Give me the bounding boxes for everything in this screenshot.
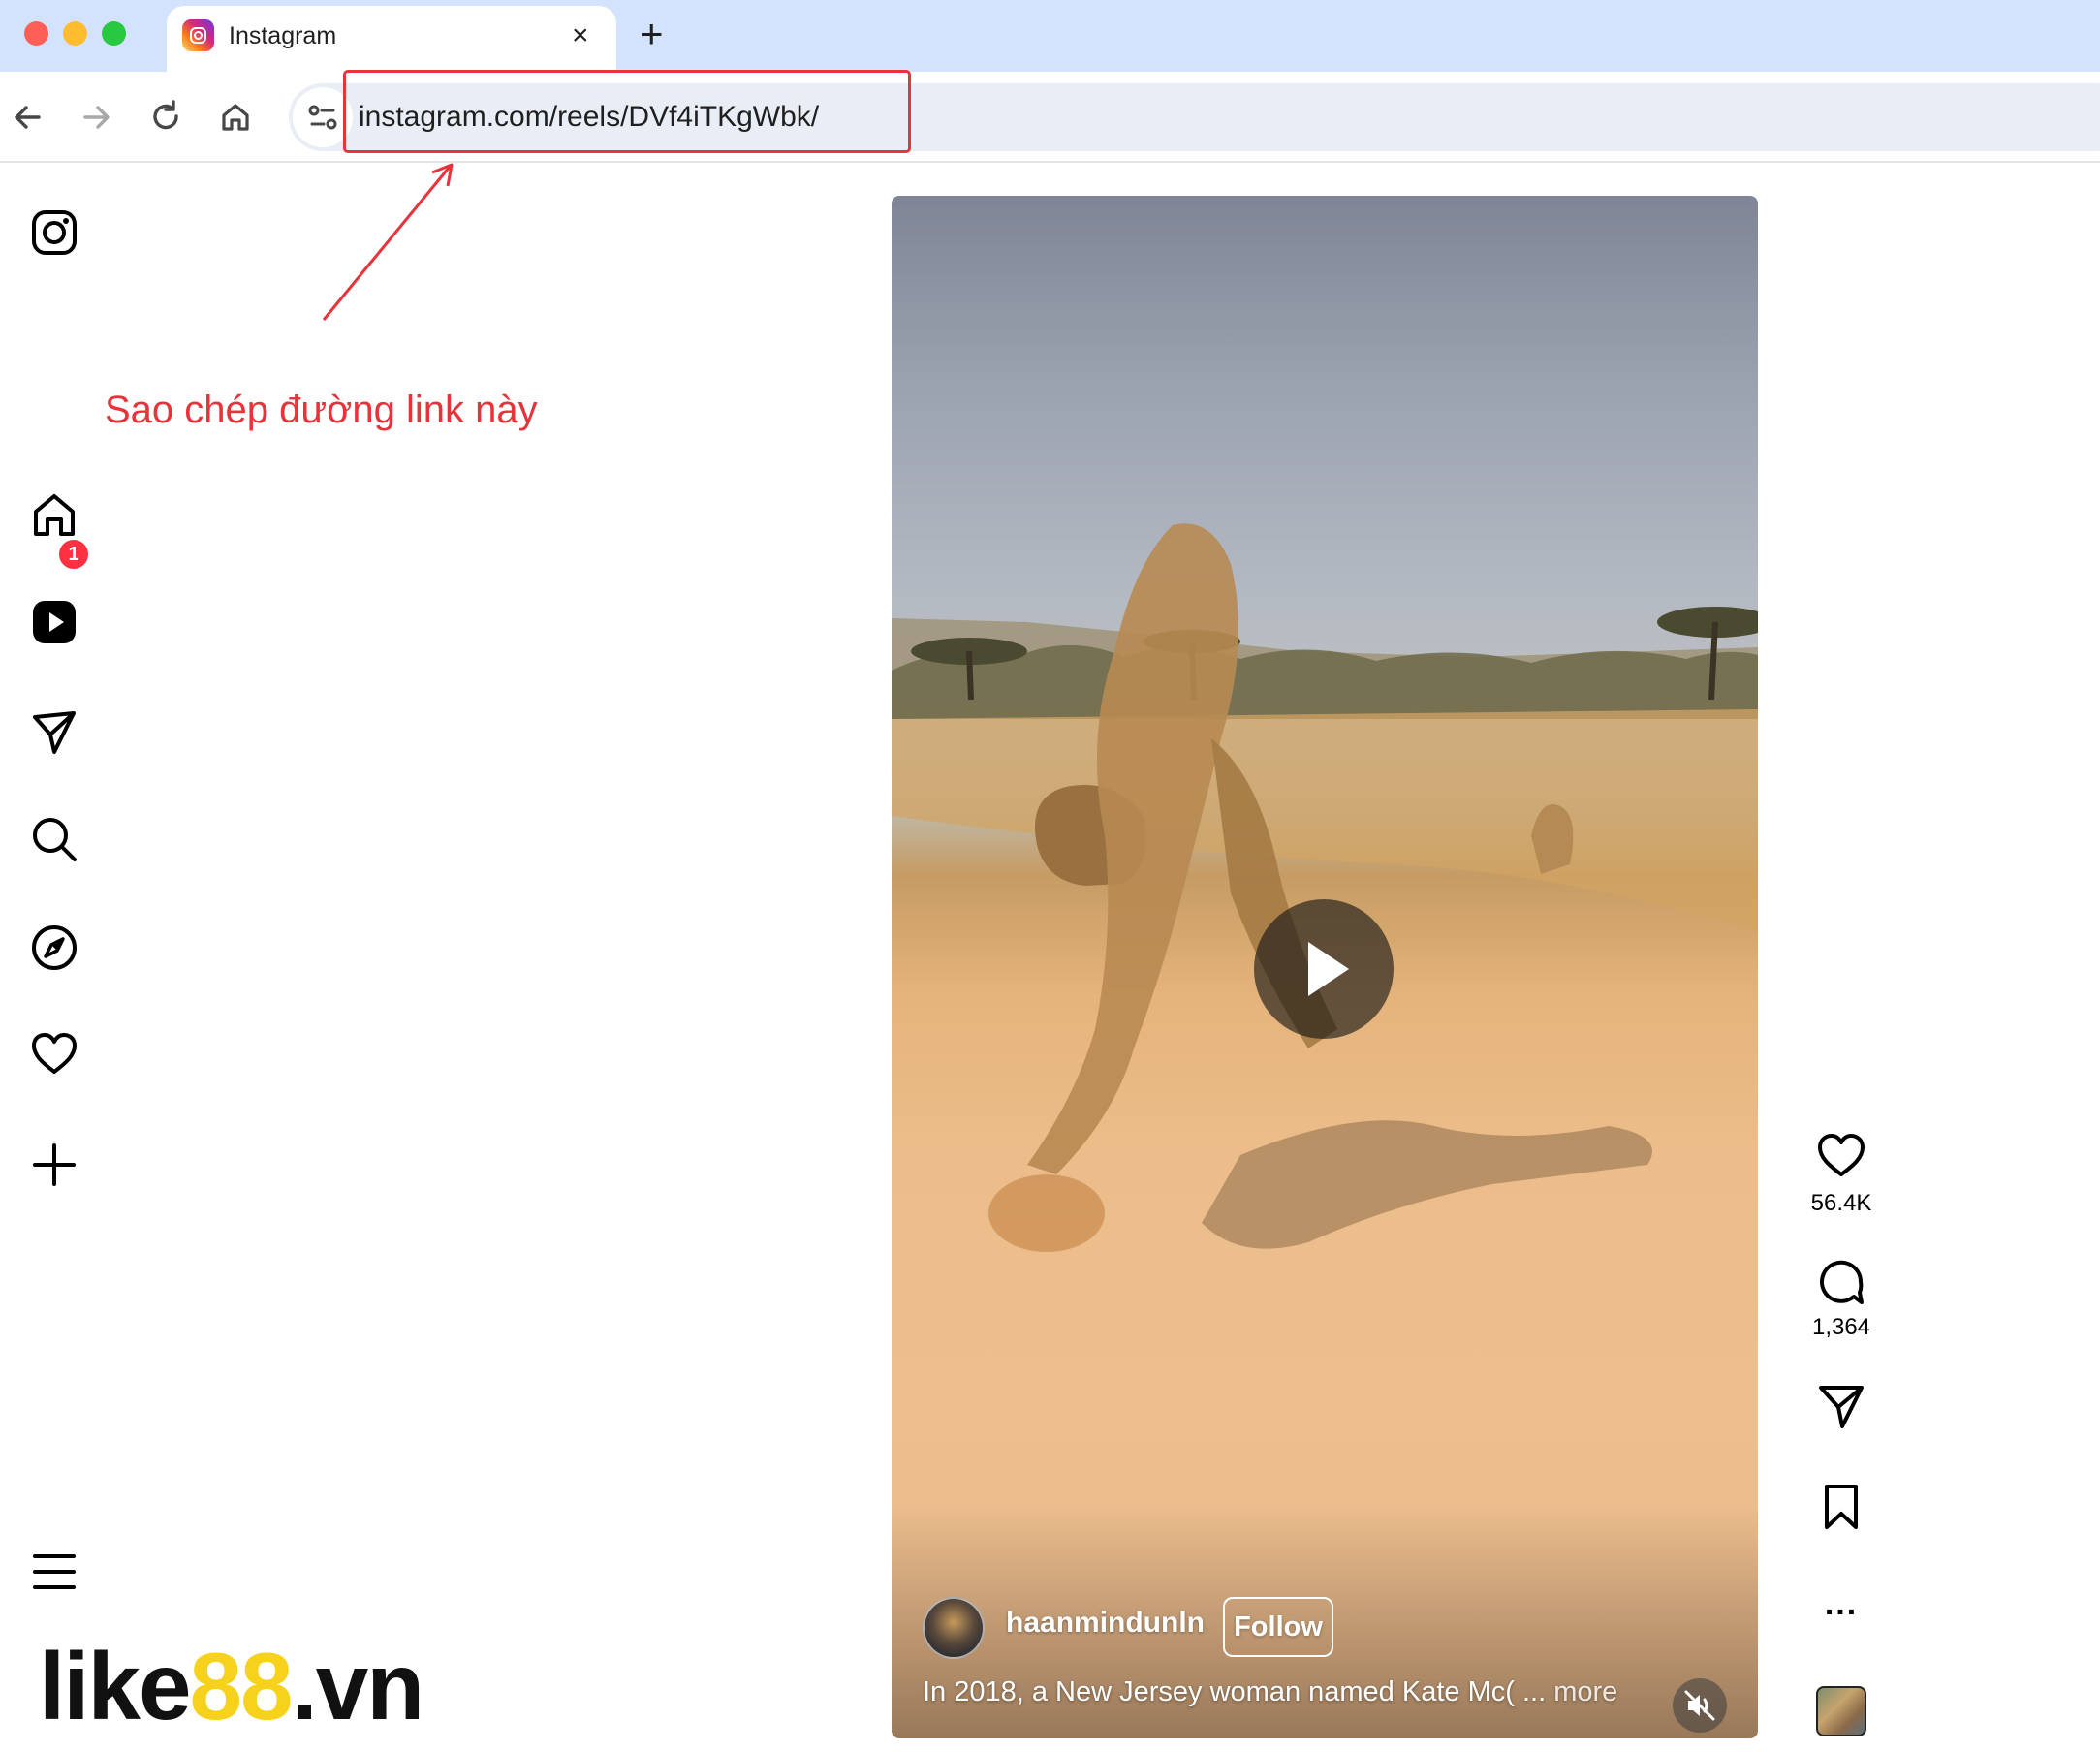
arrow-right-icon[interactable] xyxy=(74,95,118,140)
tab-title: Instagram xyxy=(229,22,337,49)
search-icon[interactable] xyxy=(29,814,79,864)
bookmark-icon[interactable] xyxy=(1815,1481,1867,1533)
reel-username[interactable]: haanmindunln xyxy=(1006,1607,1205,1640)
comment-icon[interactable] xyxy=(1815,1256,1867,1308)
home-icon[interactable] xyxy=(213,95,258,140)
annotation-text: Sao chép đường link này xyxy=(105,389,538,431)
reel-video[interactable]: haanmindunln Follow In 2018, a New Jerse… xyxy=(892,196,1758,1738)
reels-icon[interactable] xyxy=(29,597,79,647)
tab-instagram[interactable]: Instagram × xyxy=(167,6,616,72)
likes-count: 56.4K xyxy=(1810,1190,1872,1216)
close-tab-icon[interactable]: × xyxy=(572,19,589,52)
audio-thumbnail[interactable] xyxy=(1816,1686,1866,1736)
volume-muted-icon xyxy=(1684,1690,1715,1721)
caption-text: In 2018, a New Jersey woman named Kate M… xyxy=(923,1676,1547,1707)
heart-icon[interactable] xyxy=(1815,1130,1867,1182)
avatar[interactable] xyxy=(923,1597,985,1659)
home-icon[interactable] xyxy=(29,490,79,541)
more-link[interactable]: more xyxy=(1553,1676,1617,1707)
follow-button[interactable]: Follow xyxy=(1223,1597,1333,1657)
more-icon[interactable]: ... xyxy=(1773,1585,1909,1623)
arrow-left-icon[interactable] xyxy=(6,95,50,140)
notification-badge: 1 xyxy=(56,537,91,572)
messenger-icon[interactable] xyxy=(29,707,79,758)
tab-strip: Instagram × + xyxy=(0,0,2100,72)
minimize-window-button[interactable] xyxy=(63,21,87,46)
play-button[interactable] xyxy=(1254,899,1394,1039)
instagram-icon[interactable] xyxy=(29,207,79,258)
maximize-window-button[interactable] xyxy=(102,21,126,46)
menu-icon[interactable] xyxy=(31,1550,78,1593)
close-window-button[interactable] xyxy=(24,21,48,46)
browser-toolbar: instagram.com/reels/DVf4iTKgWbk/ xyxy=(0,72,2100,163)
reel-caption[interactable]: In 2018, a New Jersey woman named Kate M… xyxy=(923,1676,1617,1708)
comments-count: 1,364 xyxy=(1811,1314,1871,1340)
instagram-icon xyxy=(182,19,214,51)
watermark-logo: like88.vn xyxy=(39,1633,424,1739)
new-tab-button[interactable]: + xyxy=(640,10,664,58)
url-highlight-box xyxy=(343,70,911,153)
plus-icon[interactable] xyxy=(29,1140,79,1190)
heart-icon[interactable] xyxy=(29,1029,79,1079)
mute-button[interactable] xyxy=(1673,1678,1727,1733)
reload-icon[interactable] xyxy=(143,95,188,140)
share-icon[interactable] xyxy=(1815,1380,1867,1432)
compass-icon[interactable] xyxy=(29,923,79,973)
